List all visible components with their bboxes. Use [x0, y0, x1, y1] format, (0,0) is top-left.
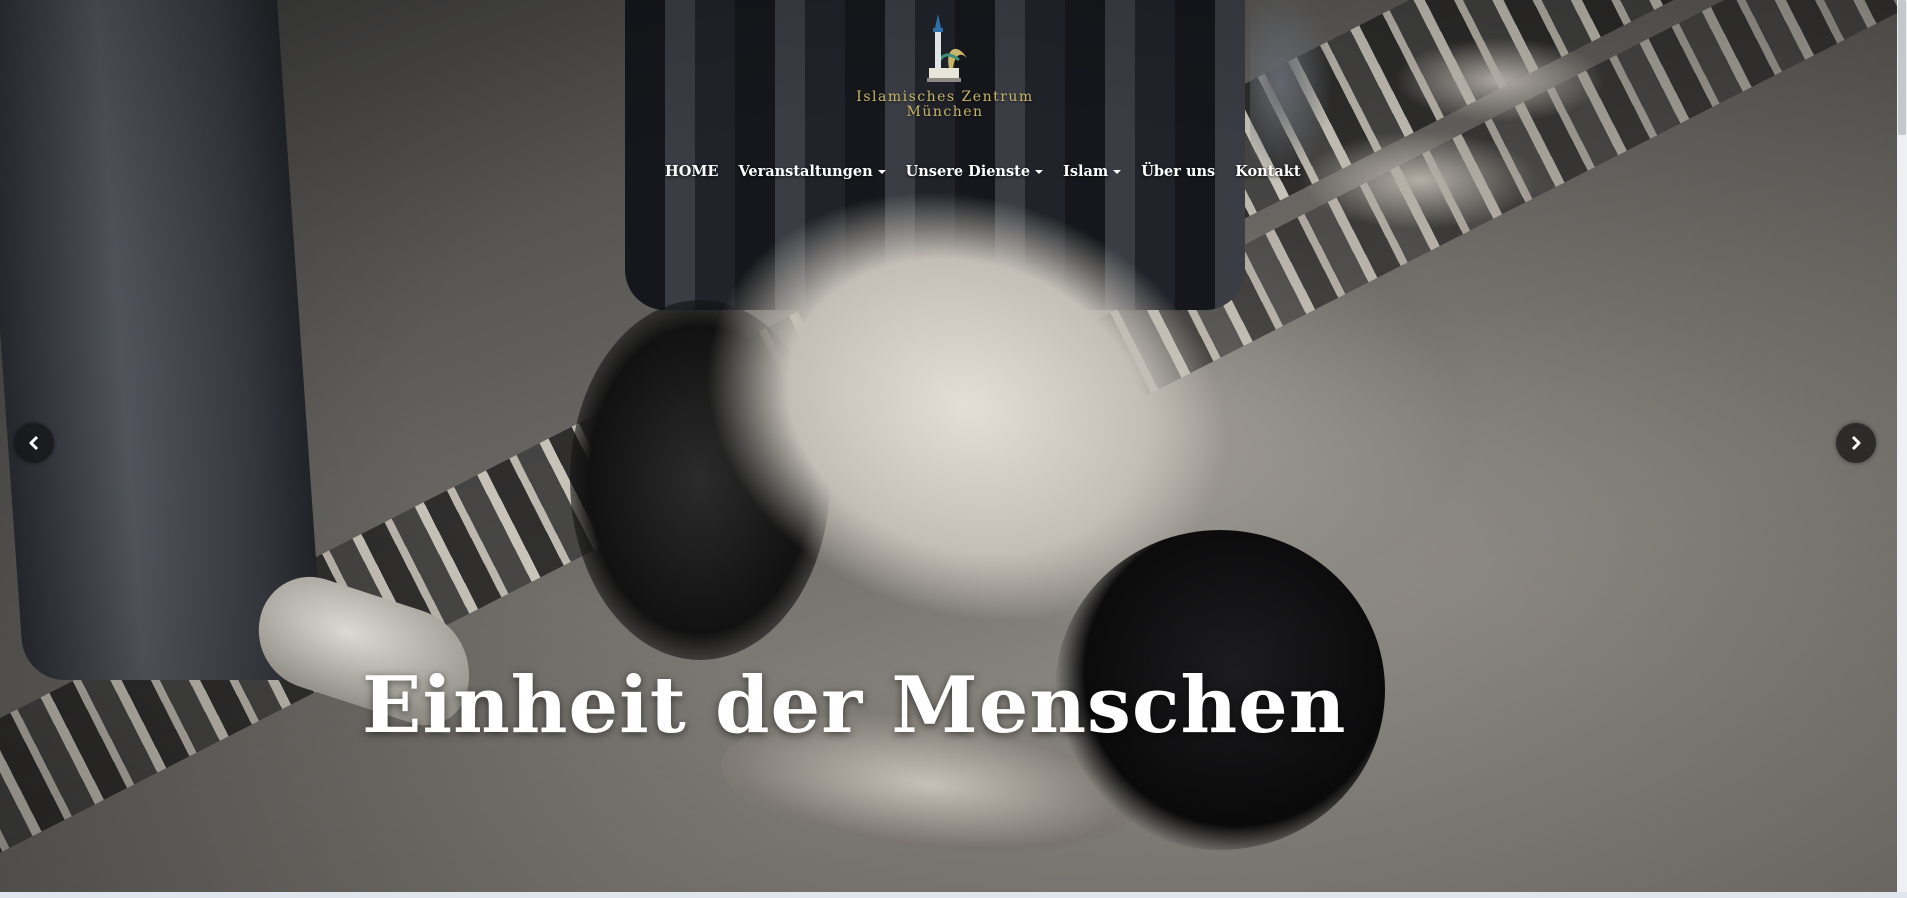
nav-item-label: Unsere Dienste — [905, 163, 1031, 180]
mosque-minaret-logo-icon — [927, 14, 967, 82]
chevron-right-icon — [1851, 435, 1861, 451]
carousel-next-button[interactable] — [1836, 423, 1876, 463]
hero-headline: Einheit der Menschen — [362, 660, 1347, 751]
carousel-prev-button[interactable] — [14, 423, 54, 463]
caret-down-icon — [1035, 169, 1044, 174]
nav-item-unsere-dienste[interactable]: Unsere Dienste — [896, 163, 1053, 180]
nav-item-label: Veranstaltungen — [738, 163, 873, 180]
nav-item-ueber-uns[interactable]: Über uns — [1131, 163, 1225, 180]
site-logo[interactable]: Islamisches Zentrum München — [850, 8, 1040, 120]
nav-item-veranstaltungen[interactable]: Veranstaltungen — [728, 163, 895, 180]
logo-subtitle: München — [906, 104, 984, 120]
nav-item-label: Über uns — [1141, 163, 1216, 180]
caret-down-icon — [1113, 169, 1122, 174]
page-scrollbar[interactable] — [1897, 0, 1907, 892]
caret-down-icon — [877, 169, 886, 174]
scrollbar-thumb[interactable] — [1898, 0, 1906, 135]
nav-item-islam[interactable]: Islam — [1053, 163, 1131, 180]
nav-item-kontakt[interactable]: Kontakt — [1225, 163, 1310, 180]
chevron-left-icon — [29, 435, 39, 451]
hero-slider: Islamisches Zentrum München HOME Veranst… — [0, 0, 1897, 892]
logo-title: Islamisches Zentrum — [856, 89, 1034, 105]
main-navigation: HOME Veranstaltungen Unsere Dienste Isla… — [655, 163, 1311, 180]
nav-item-home[interactable]: HOME — [655, 163, 728, 180]
nav-item-label: Islam — [1063, 163, 1109, 180]
hero-overlay — [0, 0, 1897, 892]
nav-item-label: Kontakt — [1235, 163, 1301, 180]
bottom-edge — [0, 892, 1907, 898]
nav-item-label: HOME — [665, 163, 719, 180]
